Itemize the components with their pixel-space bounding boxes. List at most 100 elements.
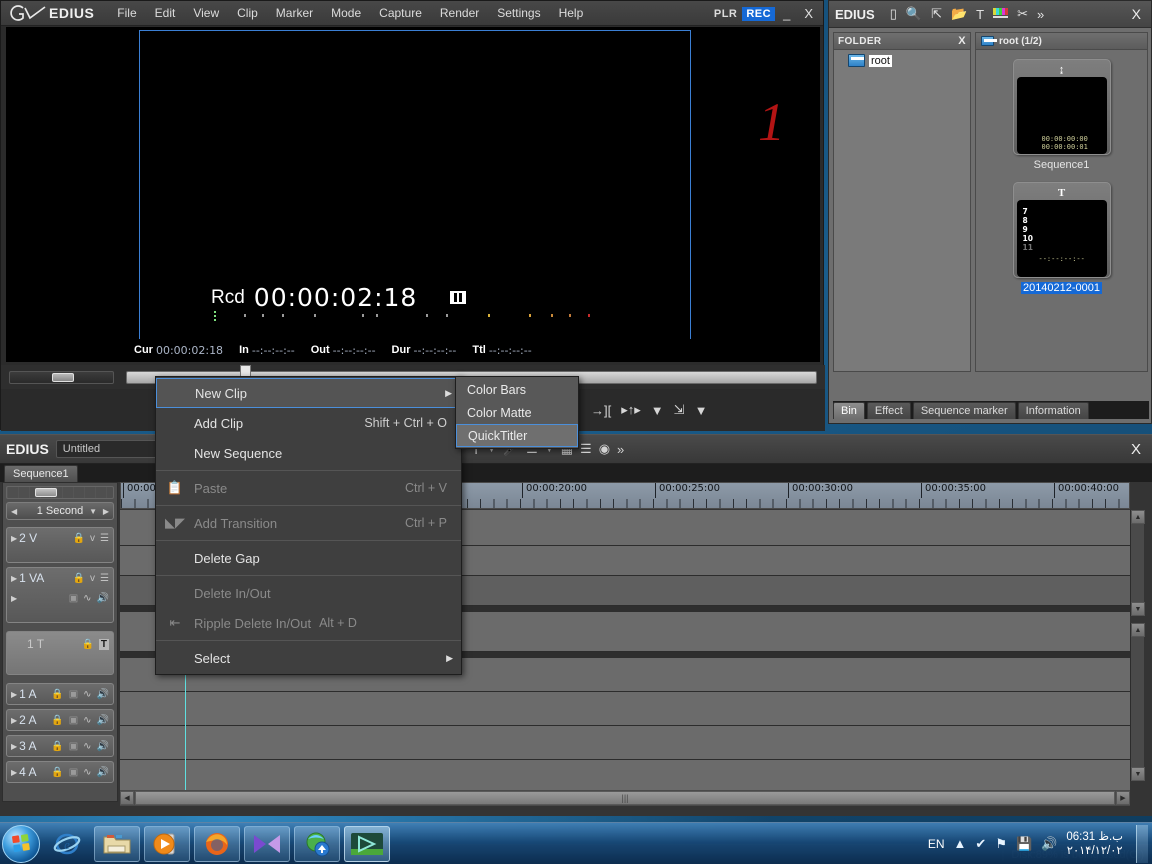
- new-bin-icon[interactable]: ▯: [890, 6, 897, 22]
- track-header-1t[interactable]: 1 T 🔒 T: [6, 631, 114, 675]
- expand-icon[interactable]: ▶: [11, 716, 17, 725]
- clip-thumbnail[interactable]: T 7 8 9 10 11 --:--:--:--: [1012, 182, 1111, 278]
- audio-mixer-icon[interactable]: ☰: [578, 440, 594, 458]
- unit-next-icon[interactable]: ▶: [103, 507, 109, 516]
- expand-icon[interactable]: ▶: [11, 534, 17, 543]
- network-error-icon[interactable]: ⚑: [995, 836, 1007, 852]
- internet-explorer-icon[interactable]: e: [44, 826, 90, 862]
- cut-icon[interactable]: ✂: [1017, 6, 1028, 22]
- context-menu[interactable]: New Clip ▶ Add Clip Shift + Ctrl + O New…: [155, 376, 462, 675]
- waveform-icon[interactable]: ∿: [83, 689, 91, 700]
- audio-rec-icon[interactable]: ▣: [69, 715, 78, 726]
- menu-render[interactable]: Render: [431, 3, 488, 23]
- timeline-vertical-scrollbar-top[interactable]: ▲ ▼: [1130, 510, 1145, 616]
- track-sync-icon[interactable]: ☰: [100, 573, 109, 584]
- expand-icon[interactable]: ▶: [11, 768, 17, 777]
- taskbar-clock[interactable]: 06:31 ب.ظ ۲۰۱۴/۱۲/۰۲: [1066, 830, 1123, 858]
- track-header-2a[interactable]: ▶ 2 A 🔒 ▣ ∿ 🔊: [6, 709, 114, 731]
- more-icon[interactable]: »: [1037, 7, 1044, 22]
- video-mute-icon[interactable]: v: [90, 533, 95, 544]
- title-icon[interactable]: T: [976, 7, 984, 22]
- scroll-left-icon[interactable]: ◀: [120, 791, 134, 805]
- media-player-icon[interactable]: [144, 825, 190, 862]
- menu-mode[interactable]: Mode: [322, 3, 370, 23]
- windows-explorer-icon[interactable]: [94, 825, 140, 862]
- scroll-down-icon[interactable]: ▼: [1131, 602, 1145, 616]
- clip-item-sequence1[interactable]: ↨ 00:00:00:00 00:00:00:01 Sequence1: [976, 59, 1147, 171]
- time-unit-selector[interactable]: ◀ 1 Second ▼ ▶: [6, 502, 114, 520]
- menu-item-new-sequence[interactable]: New Sequence: [156, 438, 461, 468]
- tab-sequence-marker[interactable]: Sequence marker: [912, 402, 1016, 419]
- audio-rec-icon[interactable]: ▣: [69, 689, 78, 700]
- language-indicator[interactable]: EN: [928, 837, 945, 851]
- project-name-field[interactable]: Untitled: [55, 440, 162, 458]
- scroll-up-icon[interactable]: ▲: [1131, 510, 1145, 524]
- lock-icon[interactable]: 🔒: [73, 573, 85, 584]
- lock-icon[interactable]: 🔒: [73, 533, 85, 544]
- lock-icon[interactable]: 🔒: [81, 639, 93, 650]
- search-icon[interactable]: 🔍: [906, 6, 922, 22]
- clip-item-title[interactable]: T 7 8 9 10 11 --:--:--:-- 20140212-0001: [976, 182, 1147, 294]
- show-desktop-button[interactable]: [1136, 824, 1148, 863]
- clip-name[interactable]: Sequence1: [1034, 159, 1090, 171]
- waveform-icon[interactable]: ∿: [83, 741, 91, 752]
- expand-icon[interactable]: ▶: [11, 690, 17, 699]
- waveform-icon[interactable]: ∿: [83, 767, 91, 778]
- track-header-1a[interactable]: ▶ 1 A 🔒 ▣ ∿ 🔊: [6, 683, 114, 705]
- speaker-icon[interactable]: 🔊: [97, 767, 109, 778]
- close-button[interactable]: X: [798, 6, 819, 21]
- movie-maker-icon[interactable]: [244, 825, 290, 862]
- unit-prev-icon[interactable]: ◀: [11, 507, 17, 516]
- action-center-icon[interactable]: ✔: [975, 836, 986, 852]
- menu-help[interactable]: Help: [550, 3, 593, 23]
- waveform-icon[interactable]: ∿: [83, 593, 91, 604]
- track-header-2v[interactable]: ▶ 2 V 🔒 v ☰: [6, 527, 114, 563]
- lock-icon[interactable]: 🔒: [51, 741, 63, 752]
- timeline-zoom-slider[interactable]: [6, 486, 114, 499]
- hscroll-thumb[interactable]: |||: [135, 791, 1115, 805]
- internet-download-manager-icon[interactable]: [294, 825, 340, 862]
- tab-sequence1[interactable]: Sequence1: [4, 465, 78, 482]
- audio-rec-icon[interactable]: ▣: [69, 741, 78, 752]
- color-correction-icon[interactable]: ◉: [597, 440, 612, 458]
- player-mode-plr[interactable]: PLR: [714, 8, 738, 20]
- marker-dropdown-icon[interactable]: ▼: [651, 403, 664, 418]
- submenu-item-quicktitler[interactable]: QuickTitler: [456, 424, 578, 447]
- player-mode-rec[interactable]: REC: [742, 6, 776, 21]
- chevron-up-icon[interactable]: ▲: [954, 836, 967, 851]
- firefox-icon[interactable]: [194, 825, 240, 862]
- player-video-area[interactable]: 1 Rcd 00:00:02:18: [6, 27, 820, 362]
- tab-information[interactable]: Information: [1017, 402, 1089, 419]
- menu-file[interactable]: File: [108, 3, 145, 23]
- minimize-button[interactable]: _: [777, 6, 796, 21]
- clip-thumbnail[interactable]: ↨ 00:00:00:00 00:00:00:01: [1012, 59, 1111, 155]
- timeline-horizontal-scrollbar[interactable]: ◀ ||| ▶: [120, 790, 1130, 806]
- menu-marker[interactable]: Marker: [267, 3, 322, 23]
- up-folder-icon[interactable]: ⇱: [931, 6, 942, 22]
- submenu-item-color-matte[interactable]: Color Matte: [456, 401, 578, 424]
- tab-bin[interactable]: Bin: [833, 402, 865, 419]
- export-dropdown-icon[interactable]: ▼: [695, 403, 708, 418]
- more-icon[interactable]: »: [615, 441, 626, 458]
- track-header-1va[interactable]: ▶ 1 VA 🔒 v ☰ ▶ ▣ ∿ 🔊: [6, 567, 114, 623]
- volume-icon[interactable]: 🔊: [1041, 836, 1057, 852]
- open-folder-icon[interactable]: 📂: [951, 6, 967, 22]
- track-header-4a[interactable]: ▶ 4 A 🔒 ▣ ∿ 🔊: [6, 761, 114, 783]
- speaker-icon[interactable]: 🔊: [97, 741, 109, 752]
- speaker-icon[interactable]: 🔊: [97, 715, 109, 726]
- menu-item-new-clip[interactable]: New Clip ▶: [156, 378, 461, 408]
- tab-effect[interactable]: Effect: [866, 402, 911, 419]
- zoom-slider-knob[interactable]: [52, 372, 74, 382]
- export-still-icon[interactable]: ⇲: [674, 402, 685, 418]
- menu-clip[interactable]: Clip: [228, 3, 267, 23]
- marker-icon[interactable]: ▸↑▸: [621, 402, 641, 418]
- timeline-zoom-knob[interactable]: [35, 488, 57, 497]
- menu-edit[interactable]: Edit: [146, 3, 185, 23]
- menu-capture[interactable]: Capture: [370, 3, 431, 23]
- lock-icon[interactable]: 🔒: [51, 715, 63, 726]
- waveform-icon[interactable]: ∿: [83, 715, 91, 726]
- title-icon[interactable]: T: [98, 638, 109, 650]
- submenu-item-color-bars[interactable]: Color Bars: [456, 378, 578, 401]
- expand-audio-icon[interactable]: ▶: [11, 594, 17, 603]
- timeline-vertical-scrollbar-bottom[interactable]: ▲ ▼: [1130, 623, 1145, 781]
